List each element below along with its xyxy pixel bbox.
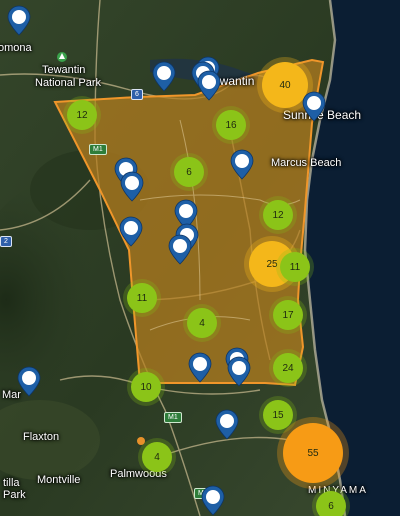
place-label-mapleton-line1: tilla bbox=[3, 477, 20, 489]
place-label-tewantin-national-park-line1: Tewantin bbox=[42, 64, 86, 76]
location-pin-icon[interactable] bbox=[168, 234, 192, 265]
cluster-marker[interactable]: 4 bbox=[142, 442, 172, 472]
cluster-marker[interactable]: 24 bbox=[273, 353, 303, 383]
cluster-marker[interactable]: 10 bbox=[131, 372, 161, 402]
cluster-marker[interactable]: 12 bbox=[67, 100, 97, 130]
location-pin-icon[interactable] bbox=[7, 5, 31, 36]
location-pin-icon[interactable] bbox=[227, 356, 251, 387]
place-label-marcus-beach: Marcus Beach bbox=[271, 157, 342, 169]
cluster-marker[interactable]: 6 bbox=[174, 157, 204, 187]
road-shield: 6 bbox=[131, 89, 143, 100]
place-label-montville: Montville bbox=[37, 474, 81, 486]
cluster-marker[interactable]: 16 bbox=[216, 110, 246, 140]
national-park-icon bbox=[57, 52, 67, 62]
cluster-marker[interactable]: 15 bbox=[263, 400, 293, 430]
cluster-marker[interactable]: 12 bbox=[263, 200, 293, 230]
cluster-marker[interactable]: 6 bbox=[316, 491, 346, 516]
place-label-pomona: omona bbox=[0, 42, 32, 54]
cluster-marker[interactable]: 55 bbox=[283, 423, 343, 483]
road-shield: M1 bbox=[89, 144, 107, 155]
place-label-tewantin-national-park-line2: National Park bbox=[35, 77, 102, 89]
road-shield: 2 bbox=[0, 236, 12, 247]
location-pin-icon[interactable] bbox=[119, 216, 143, 247]
cluster-marker[interactable]: 17 bbox=[273, 300, 303, 330]
place-label-mapleton-line2: Park bbox=[3, 489, 26, 501]
cluster-marker[interactable]: 11 bbox=[280, 252, 310, 282]
location-pin-icon[interactable] bbox=[197, 70, 221, 101]
location-pin-icon[interactable] bbox=[201, 485, 225, 516]
location-pin-icon[interactable] bbox=[120, 171, 144, 202]
cluster-marker[interactable]: 11 bbox=[127, 283, 157, 313]
place-label-flaxton: Flaxton bbox=[23, 431, 60, 443]
location-pin-icon[interactable] bbox=[215, 409, 239, 440]
cluster-marker[interactable]: 4 bbox=[187, 308, 217, 338]
road-shield: M1 bbox=[164, 412, 182, 423]
map-canvas[interactable]: omona Tewantin National Park ewantin Sunrise… bbox=[0, 0, 400, 516]
poi-icon bbox=[137, 437, 145, 445]
location-pin-icon[interactable] bbox=[230, 149, 254, 180]
location-pin-icon[interactable] bbox=[188, 352, 212, 383]
location-pin-icon[interactable] bbox=[152, 61, 176, 92]
location-pin-icon[interactable] bbox=[17, 366, 41, 397]
location-pin-icon[interactable] bbox=[302, 91, 326, 122]
